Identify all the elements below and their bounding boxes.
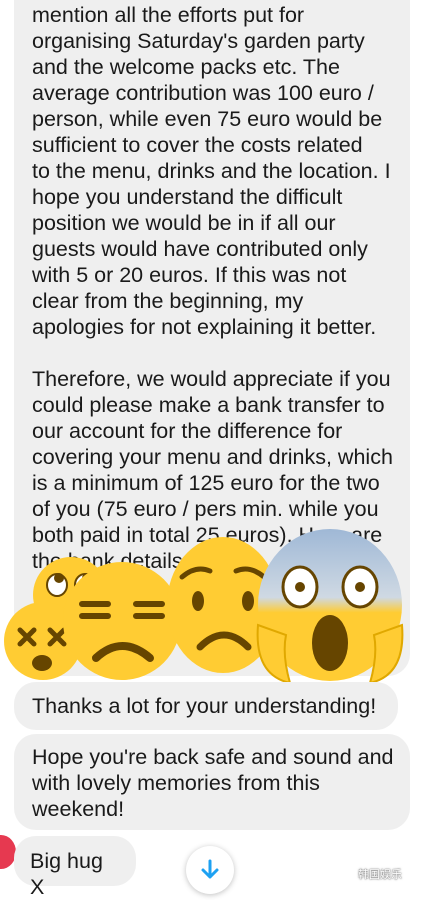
scroll-to-bottom-button[interactable]: [186, 846, 234, 894]
message-text: Thanks a lot for your understanding!: [32, 694, 377, 718]
wechat-logo-icon: [336, 867, 354, 881]
message-bubble-hug[interactable]: Big hug X: [14, 836, 136, 899]
message-text-paragraph-1: mention all the efforts put for organisi…: [32, 3, 391, 339]
screaming-face-emoji: [256, 529, 404, 685]
watermark: 韩国娱乐: [336, 866, 402, 882]
arrow-down-icon: [201, 859, 219, 879]
message-text: Big hug X: [30, 849, 103, 899]
message-bubble-hope[interactable]: Hope you're back safe and sound and with…: [14, 734, 410, 830]
message-text: Hope you're back safe and sound and with…: [32, 745, 394, 821]
watermark-text: 韩国娱乐: [358, 869, 402, 881]
message-bubble-thanks[interactable]: Thanks a lot for your understanding!: [14, 682, 398, 730]
